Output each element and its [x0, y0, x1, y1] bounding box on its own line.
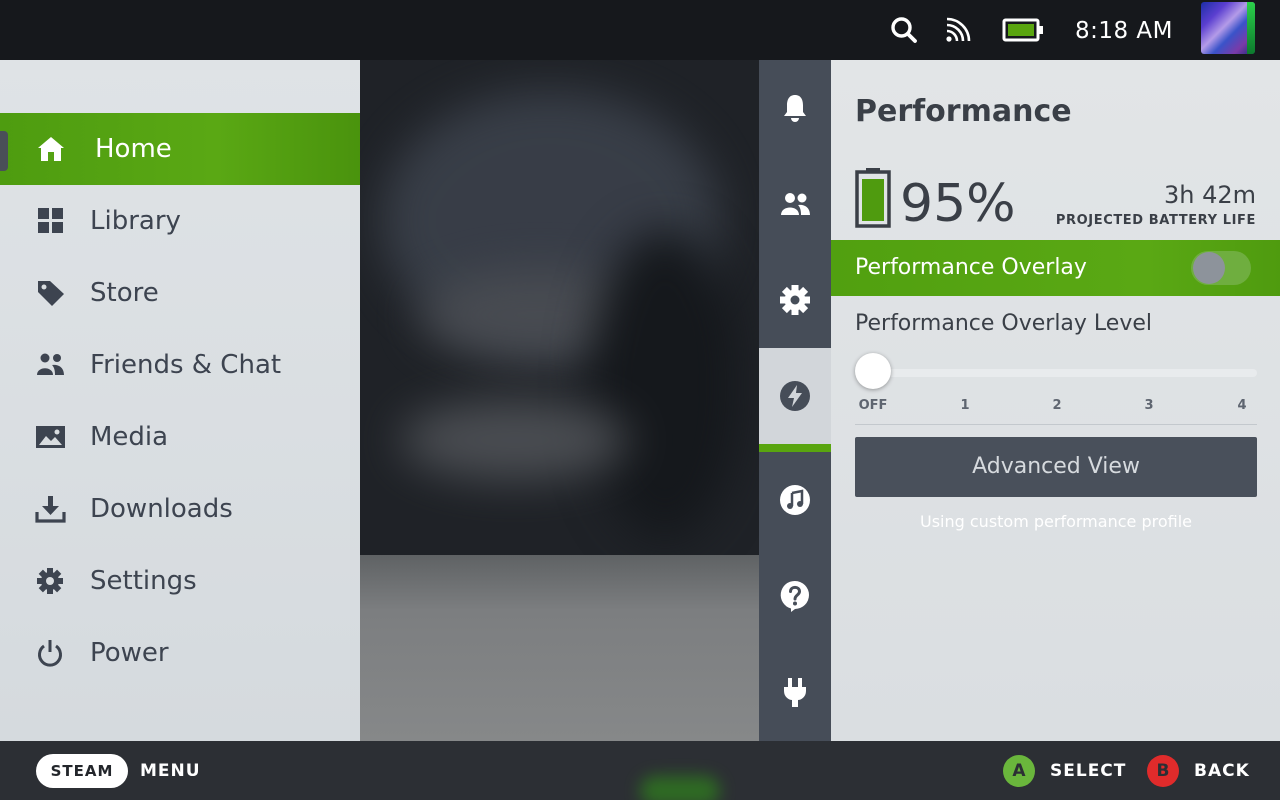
- lightning-icon: [780, 381, 810, 411]
- background-floor: [360, 555, 760, 741]
- main-menu: Home Library Store Friends & Chat Media …: [0, 60, 360, 741]
- gear-icon: [780, 285, 810, 315]
- tab-help[interactable]: [759, 548, 831, 644]
- search-icon[interactable]: [889, 15, 919, 45]
- page-title: Performance: [855, 94, 1072, 129]
- profile-note: Using custom performance profile: [920, 512, 1192, 531]
- tab-power-plug[interactable]: [759, 644, 831, 740]
- b-button-glyph[interactable]: B: [1147, 755, 1179, 787]
- battery-caption: PROJECTED BATTERY LIFE: [1055, 213, 1256, 228]
- battery-time-remaining: 3h 42m: [1163, 181, 1256, 209]
- menu-item-label: Friends & Chat: [90, 350, 282, 380]
- image-icon: [34, 423, 66, 451]
- overlay-level-label: Performance Overlay Level: [855, 311, 1152, 336]
- tab-music[interactable]: [759, 452, 831, 548]
- music-icon: [780, 485, 810, 515]
- menu-item-label: Power: [90, 638, 169, 668]
- performance-overlay-label: Performance Overlay: [855, 255, 1087, 280]
- background-glow: [640, 776, 720, 800]
- steam-button[interactable]: STEAM: [36, 754, 128, 788]
- performance-panel: Performance 95% 3h 42m PROJECTED BATTERY…: [831, 60, 1280, 741]
- menu-item-library[interactable]: Library: [0, 185, 360, 257]
- home-icon: [36, 135, 68, 163]
- slider-tick-label: 1: [960, 398, 970, 413]
- wifi-icon: [943, 15, 973, 45]
- selection-marker: [0, 131, 8, 171]
- performance-overlay-toggle[interactable]: [1191, 251, 1251, 285]
- menu-item-home[interactable]: Home: [0, 113, 360, 185]
- tab-friends[interactable]: [759, 156, 831, 252]
- tab-notifications[interactable]: [759, 60, 831, 156]
- download-icon: [34, 495, 66, 523]
- grid-icon: [34, 207, 66, 235]
- battery-percent: 95%: [900, 174, 1016, 234]
- menu-hint-label: MENU: [140, 761, 201, 781]
- avatar[interactable]: [1201, 2, 1255, 54]
- plug-icon: [784, 678, 806, 707]
- a-button-glyph[interactable]: A: [1003, 755, 1035, 787]
- menu-item-label: Media: [90, 422, 169, 452]
- advanced-view-button[interactable]: Advanced View: [855, 437, 1257, 497]
- performance-overlay-row[interactable]: Performance Overlay: [831, 240, 1280, 296]
- gear-icon: [34, 567, 66, 595]
- tab-settings[interactable]: [759, 252, 831, 348]
- tag-icon: [34, 279, 66, 307]
- menu-item-label: Downloads: [90, 494, 233, 524]
- menu-item-friends[interactable]: Friends & Chat: [0, 329, 360, 401]
- quick-access-tabs: [759, 60, 831, 741]
- select-hint-label: SELECT: [1050, 761, 1127, 781]
- divider: [855, 424, 1257, 425]
- bell-icon: [784, 95, 806, 122]
- slider-tick-label: 4: [1237, 398, 1247, 413]
- status-bar: 8:18 AM: [0, 0, 1280, 60]
- bottom-bar: STEAM MENU A SELECT B BACK: [0, 741, 1280, 800]
- menu-item-downloads[interactable]: Downloads: [0, 473, 360, 545]
- menu-item-settings[interactable]: Settings: [0, 545, 360, 617]
- friends-icon: [34, 351, 66, 379]
- battery-icon: [1002, 15, 1044, 45]
- menu-item-label: Store: [90, 278, 159, 308]
- menu-item-label: Settings: [90, 566, 197, 596]
- back-hint-label: BACK: [1194, 761, 1250, 781]
- toggle-knob: [1193, 252, 1225, 284]
- overlay-level-slider-knob[interactable]: [855, 353, 891, 389]
- clock: 8:18 AM: [1074, 18, 1174, 44]
- power-icon: [34, 639, 66, 667]
- menu-item-store[interactable]: Store: [0, 257, 360, 329]
- help-icon: [780, 580, 809, 612]
- tab-performance[interactable]: [759, 348, 831, 452]
- menu-item-power[interactable]: Power: [0, 617, 360, 689]
- slider-tick-label: OFF: [858, 398, 888, 413]
- slider-tick-label: 2: [1052, 398, 1062, 413]
- overlay-level-slider[interactable]: [855, 369, 1257, 377]
- menu-item-media[interactable]: Media: [0, 401, 360, 473]
- menu-item-label: Library: [90, 206, 181, 236]
- battery-icon: [855, 168, 891, 228]
- background-artwork: [360, 60, 760, 741]
- slider-tick-label: 3: [1144, 398, 1154, 413]
- menu-item-label: Home: [95, 134, 172, 164]
- friends-icon: [781, 193, 810, 215]
